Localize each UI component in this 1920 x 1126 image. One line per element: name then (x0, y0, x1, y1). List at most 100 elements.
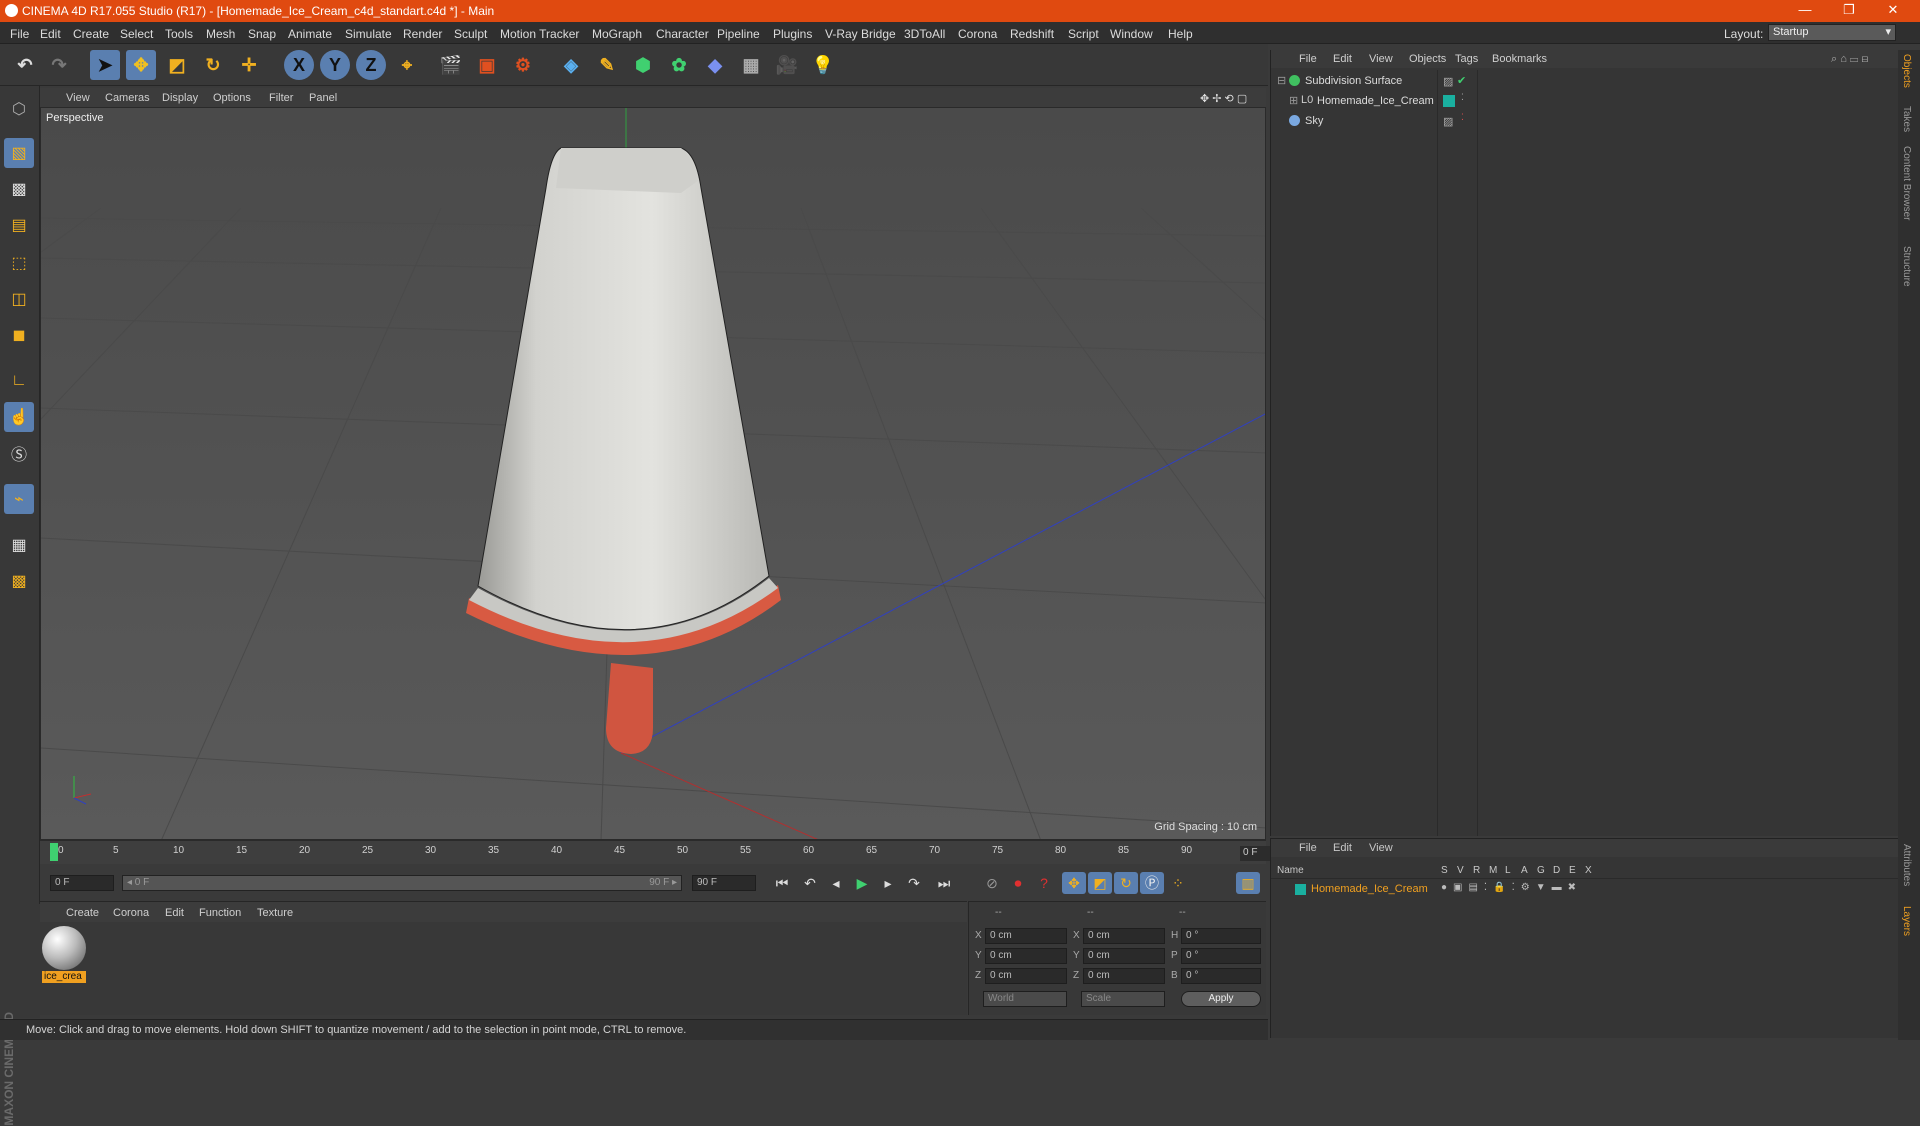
go-to-end-icon[interactable]: ⏭ (932, 872, 956, 894)
size-x-field[interactable]: 0 cm (1083, 928, 1165, 944)
collapse-icon[interactable]: ⊟ (1277, 74, 1286, 87)
key-pla-icon[interactable]: ⁘ (1166, 872, 1190, 894)
camera-icon[interactable]: 🎥 (772, 50, 802, 80)
viewport-menu-panel[interactable]: Panel (309, 92, 337, 104)
menu-help[interactable]: Help (1168, 27, 1193, 41)
layer-row[interactable]: Homemade_Ice_Cream ●▣▤⁚🔒⁚⚙▼▬✖ (1271, 881, 1899, 898)
menu-vray-bridge[interactable]: V-Ray Bridge (825, 27, 896, 41)
material-menu-texture[interactable]: Texture (257, 907, 293, 919)
cloner-icon[interactable]: ✿ (664, 50, 694, 80)
timeline-window-icon[interactable]: ▥ (1236, 872, 1260, 894)
object-row-homemade-ice-cream[interactable]: ⊞ L0 Homemade_Ice_Cream ⁚ (1271, 92, 1899, 111)
transform-tool-icon[interactable]: ✛ (234, 50, 264, 80)
menu-pipeline[interactable]: Pipeline (717, 27, 760, 41)
layer-color-swatch[interactable] (1295, 884, 1306, 895)
next-frame-icon[interactable]: ▸ (876, 872, 900, 894)
objmgr-menu-file[interactable]: File (1299, 53, 1317, 65)
pen-spline-icon[interactable]: ✎ (592, 50, 622, 80)
workplane-lock-icon[interactable]: ▦ (4, 530, 34, 560)
viewport-menu-filter[interactable]: Filter (269, 92, 293, 104)
key-rotation-icon[interactable]: ↻ (1114, 872, 1138, 894)
viewport-menu-cameras[interactable]: Cameras (105, 92, 150, 104)
visibility-dots-icon[interactable]: ⁚ (1461, 92, 1464, 103)
material-menu-edit[interactable]: Edit (165, 907, 184, 919)
objmgr-menu-objects[interactable]: Objects (1409, 53, 1446, 65)
menu-render[interactable]: Render (403, 27, 442, 41)
menu-motion-tracker[interactable]: Motion Tracker (500, 27, 579, 41)
menu-sculpt[interactable]: Sculpt (454, 27, 487, 41)
light-icon[interactable]: 💡 (808, 50, 838, 80)
material-swatch[interactable]: ice_crea (42, 926, 86, 983)
visibility-dots-icon[interactable]: ⁚ (1461, 112, 1464, 123)
objmgr-menu-edit[interactable]: Edit (1333, 53, 1352, 65)
x-axis-lock-button[interactable]: X (284, 50, 314, 80)
menu-window[interactable]: Window (1110, 27, 1153, 41)
tab-objects[interactable]: Objects (1901, 54, 1912, 88)
start-frame-field[interactable]: 0 F (50, 875, 114, 891)
menu-animate[interactable]: Animate (288, 27, 332, 41)
viewport-menu-options[interactable]: Options (213, 92, 251, 104)
layout-select[interactable]: Startup ▾ (1768, 24, 1896, 41)
menu-snap[interactable]: Snap (248, 27, 276, 41)
menu-create[interactable]: Create (73, 27, 109, 41)
size-y-field[interactable]: 0 cm (1083, 948, 1165, 964)
cube-object-icon[interactable]: ◈ (556, 50, 586, 80)
tweak-mode-icon[interactable]: ☝ (4, 402, 34, 432)
material-menu-corona[interactable]: Corona (113, 907, 149, 919)
menu-plugins[interactable]: Plugins (773, 27, 812, 41)
size-z-field[interactable]: 0 cm (1083, 968, 1165, 984)
render-settings-icon[interactable]: ⚙ (508, 50, 538, 80)
layer-flag-icons[interactable]: ●▣▤⁚🔒⁚⚙▼▬✖ (1441, 882, 1582, 893)
autokey-icon[interactable]: ⏺ (1006, 872, 1030, 894)
menu-3dtoall[interactable]: 3DToAll (904, 27, 945, 41)
layer-menu-edit[interactable]: Edit (1333, 842, 1352, 854)
tab-attributes[interactable]: Attributes (1901, 844, 1912, 886)
menu-redshift[interactable]: Redshift (1010, 27, 1054, 41)
polygons-mode-icon[interactable]: ◼ (4, 320, 34, 350)
render-view-icon[interactable]: 🎬 (436, 50, 466, 80)
object-row-sky[interactable]: Sky ▨ ⁚ (1271, 112, 1899, 131)
menu-script[interactable]: Script (1068, 27, 1099, 41)
z-axis-lock-button[interactable]: Z (356, 50, 386, 80)
objmgr-menu-view[interactable]: View (1369, 53, 1393, 65)
previous-frame-icon[interactable]: ◂ (824, 872, 848, 894)
tab-takes[interactable]: Takes (1901, 106, 1912, 132)
viewport-menu-view[interactable]: View (66, 92, 90, 104)
redo-icon[interactable]: ↷ (44, 50, 74, 80)
menu-character[interactable]: Character (656, 27, 709, 41)
edges-mode-icon[interactable]: ◫ (4, 284, 34, 314)
position-y-field[interactable]: 0 cm (985, 948, 1067, 964)
subdivision-surface-icon[interactable]: ⬢ (628, 50, 658, 80)
select-cursor-icon[interactable]: ➤ (90, 50, 120, 80)
position-x-field[interactable]: 0 cm (985, 928, 1067, 944)
object-row-subdivision-surface[interactable]: ⊟ Subdivision Surface ▨ ✔ (1271, 72, 1899, 91)
make-editable-icon[interactable]: ⬡ (4, 94, 34, 124)
layer-menu-view[interactable]: View (1369, 842, 1393, 854)
undo-icon[interactable]: ↶ (10, 50, 40, 80)
rotation-b-field[interactable]: 0 ° (1181, 968, 1261, 984)
size-mode-select[interactable]: Scale (1081, 991, 1165, 1007)
playhead[interactable] (50, 843, 58, 861)
move-tool-icon[interactable]: ✥ (126, 50, 156, 80)
position-z-field[interactable]: 0 cm (985, 968, 1067, 984)
material-menu-function[interactable]: Function (199, 907, 241, 919)
close-button[interactable]: ✕ (1878, 2, 1908, 18)
record-keys-icon[interactable]: ⊘ (980, 872, 1004, 894)
minimize-button[interactable]: — (1790, 2, 1820, 17)
key-parameter-icon[interactable]: Ⓟ (1140, 872, 1164, 894)
apply-button[interactable]: Apply (1181, 991, 1261, 1007)
previous-key-icon[interactable]: ↶ (798, 872, 822, 894)
objmgr-menu-tags[interactable]: Tags (1455, 53, 1478, 65)
objmgr-menu-bookmarks[interactable]: Bookmarks (1492, 53, 1547, 65)
search-icon[interactable]: ⌕ ⌂ ▭ ⊟ (1831, 53, 1868, 66)
menu-select[interactable]: Select (120, 27, 153, 41)
viewport-navigation-icons[interactable]: ✥ ✢ ⟲ ▢ (1200, 92, 1247, 105)
axis-mode-icon[interactable]: ∟ (4, 366, 34, 396)
workplane-mode-icon[interactable]: ▤ (4, 210, 34, 240)
rotate-tool-icon[interactable]: ↻ (198, 50, 228, 80)
end-frame-field[interactable]: 90 F (692, 875, 756, 891)
layer-menu-file[interactable]: File (1299, 842, 1317, 854)
floor-icon[interactable]: ▦ (736, 50, 766, 80)
tab-structure[interactable]: Structure (1901, 246, 1912, 287)
solo-mode-icon[interactable]: Ⓢ (4, 438, 34, 468)
